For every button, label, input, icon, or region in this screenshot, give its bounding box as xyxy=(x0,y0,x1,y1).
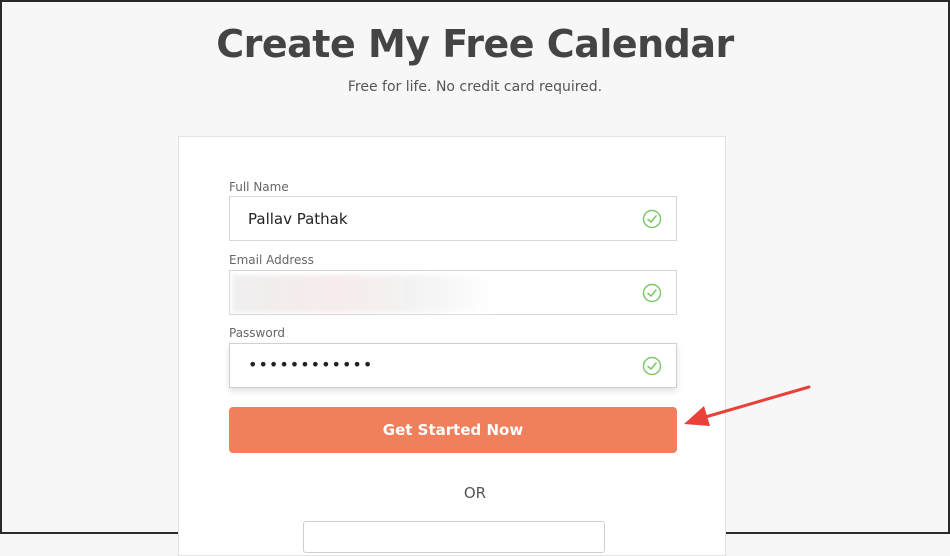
redacted-email-value xyxy=(232,275,492,313)
check-circle-icon xyxy=(642,283,662,303)
email-label: Email Address xyxy=(229,253,314,267)
page-title: Create My Free Calendar xyxy=(216,22,734,66)
password-value: •••••••••••• xyxy=(248,355,374,374)
password-label: Password xyxy=(229,326,286,340)
check-circle-icon xyxy=(642,209,662,229)
check-circle-icon xyxy=(642,356,662,376)
email-field[interactable] xyxy=(229,270,677,315)
page-subtitle: Free for life. No credit card required. xyxy=(347,79,603,95)
get-started-button[interactable]: Get Started Now xyxy=(229,407,677,453)
full-name-value: Pallav Pathak xyxy=(248,210,348,228)
full-name-field[interactable]: Pallav Pathak xyxy=(229,196,677,241)
annotation-arrow-icon xyxy=(684,385,811,426)
alternate-signup-button[interactable] xyxy=(303,521,605,553)
or-divider: OR xyxy=(463,484,487,502)
full-name-label: Full Name xyxy=(229,180,289,194)
password-field[interactable]: •••••••••••• xyxy=(229,343,677,388)
